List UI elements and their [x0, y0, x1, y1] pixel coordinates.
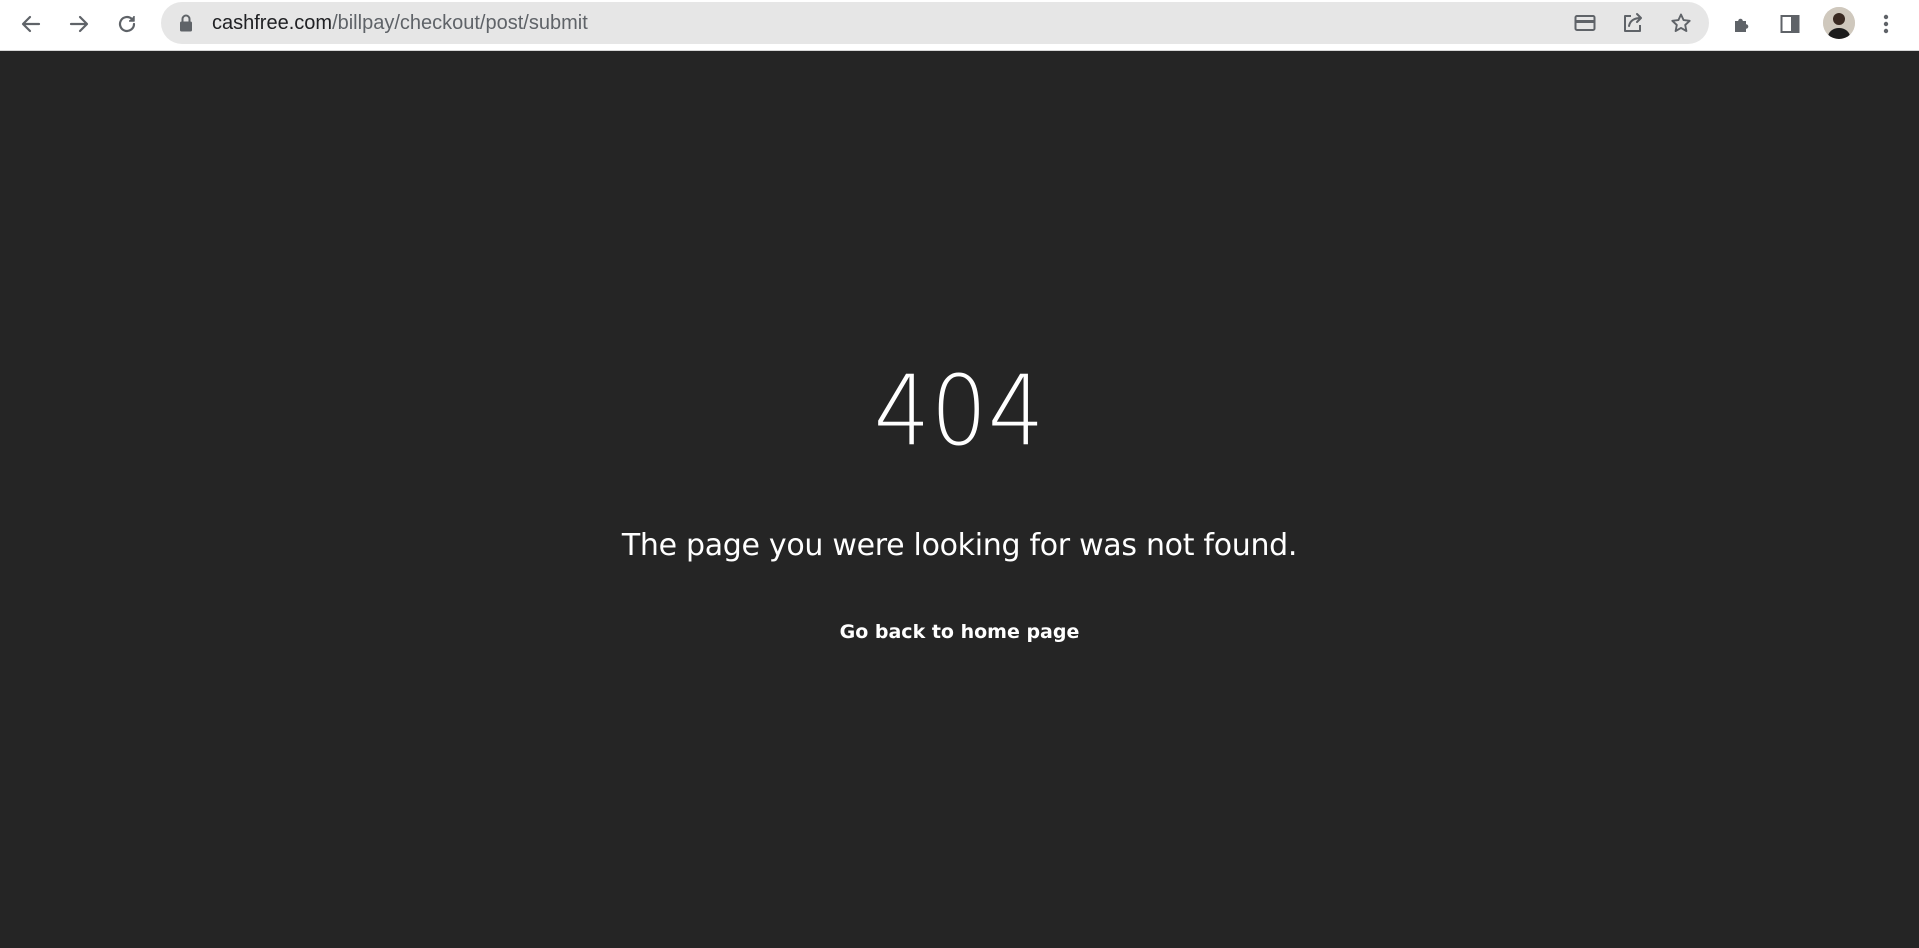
card-icon[interactable] — [1569, 7, 1601, 39]
avatar[interactable] — [1823, 7, 1855, 39]
address-bar[interactable]: cashfree.com/billpay/checkout/post/submi… — [161, 2, 1709, 44]
lock-icon[interactable] — [179, 14, 193, 37]
url-text[interactable]: cashfree.com/billpay/checkout/post/submi… — [212, 2, 588, 44]
side-panel-icon[interactable] — [1773, 7, 1807, 41]
back-arrow-icon[interactable] — [14, 7, 48, 41]
puzzle-icon[interactable] — [1726, 7, 1760, 41]
share-icon[interactable] — [1617, 7, 1649, 39]
browser-toolbar: cashfree.com/billpay/checkout/post/submi… — [0, 0, 1919, 51]
home-page-link[interactable]: Go back to home page — [0, 620, 1919, 644]
url-path: /billpay/checkout/post/submit — [332, 12, 588, 34]
kebab-menu-icon[interactable] — [1869, 7, 1903, 41]
reload-icon[interactable] — [110, 7, 144, 41]
star-icon[interactable] — [1665, 7, 1697, 39]
error-code: 404 — [873, 355, 1046, 467]
error-page: 404 The page you were looking for was no… — [0, 51, 1919, 948]
error-message: The page you were looking for was not fo… — [621, 528, 1298, 563]
url-host: cashfree.com — [212, 12, 333, 34]
forward-arrow-icon[interactable] — [62, 7, 96, 41]
